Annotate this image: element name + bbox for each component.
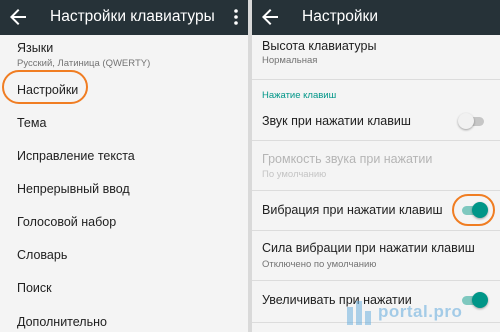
- more-options-icon[interactable]: [228, 6, 244, 28]
- menu-item-label: Дополнительно: [17, 315, 107, 329]
- menu-item-summary: Русский, Латиница (QWERTY): [17, 58, 151, 69]
- sound-volume-item: Громкость звука при нажатии По умолчанию: [252, 141, 500, 189]
- watermark: portal.pro: [344, 298, 494, 328]
- preferences-panel: Настройки Высота клавиатуры Нормальная Н…: [252, 0, 500, 332]
- sound-volume-value: По умолчанию: [262, 169, 327, 180]
- key-sound-item[interactable]: Звук при нажатии клавиш: [252, 106, 500, 140]
- vibration-strength-label: Сила вибрации при нажатии клавиш: [262, 241, 475, 255]
- menu-item-text-correction[interactable]: Исправление текста: [0, 139, 248, 172]
- settings-highlight-circle: [2, 70, 88, 104]
- key-sound-label: Звук при нажатии клавиш: [262, 114, 411, 128]
- menu-item-label: Поиск: [17, 281, 52, 295]
- keyboard-height-value: Нормальная: [262, 55, 318, 66]
- keyboard-height-label: Высота клавиатуры: [262, 39, 377, 53]
- page-title: Настройки: [302, 8, 379, 25]
- page-title: Настройки клавиатуры: [50, 8, 215, 25]
- menu-item-label: Словарь: [17, 248, 68, 262]
- menu-item-label: Тема: [17, 116, 47, 130]
- menu-item-voice-input[interactable]: Голосовой набор: [0, 205, 248, 238]
- section-header-key-press: Нажатие клавиш: [262, 90, 337, 101]
- vibration-label: Вибрация при нажатии клавиш: [262, 203, 443, 217]
- section-divider: [252, 79, 500, 80]
- app-bar: Настройки клавиатуры: [0, 0, 248, 35]
- keyboard-height-item[interactable]: Высота клавиатуры Нормальная: [252, 35, 500, 73]
- sound-volume-label: Громкость звука при нажатии: [262, 152, 433, 166]
- menu-item-advanced[interactable]: Дополнительно: [0, 304, 248, 332]
- menu-item-dictionary[interactable]: Словарь: [0, 238, 248, 271]
- watermark-logo-icon: [347, 301, 371, 325]
- keyboard-settings-panel: Настройки клавиатуры Языки Русский, Лати…: [0, 0, 248, 332]
- menu-item-languages[interactable]: Языки Русский, Латиница (QWERTY): [0, 35, 248, 73]
- app-bar: Настройки: [252, 0, 500, 35]
- back-arrow-icon[interactable]: [258, 5, 282, 29]
- menu-item-theme[interactable]: Тема: [0, 106, 248, 139]
- vibration-strength-value: Отключено по умолчанию: [262, 259, 377, 270]
- vibration-strength-item[interactable]: Сила вибрации при нажатии клавиш Отключе…: [252, 231, 500, 279]
- vibration-highlight-circle: [452, 194, 495, 226]
- menu-item-label: Языки: [17, 41, 54, 55]
- menu-item-search[interactable]: Поиск: [0, 271, 248, 304]
- menu-item-gesture-typing[interactable]: Непрерывный ввод: [0, 172, 248, 205]
- key-sound-toggle[interactable]: [458, 113, 486, 129]
- back-arrow-icon[interactable]: [6, 5, 30, 29]
- menu-item-label: Голосовой набор: [17, 215, 117, 229]
- menu-item-label: Исправление текста: [17, 149, 135, 163]
- menu-item-label: Непрерывный ввод: [17, 182, 130, 196]
- watermark-text: portal.pro: [378, 302, 463, 321]
